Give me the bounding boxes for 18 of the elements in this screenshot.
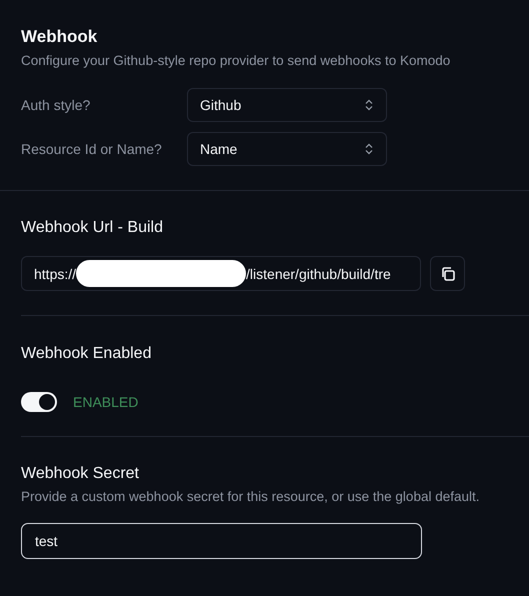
- select-dropdown[interactable]: Github: [187, 88, 387, 122]
- copy-button[interactable]: [430, 256, 465, 291]
- section-description: Configure your Github-style repo provider to send webhooks to Komodo: [21, 52, 452, 70]
- section-title: Webhook Secret: [21, 464, 140, 484]
- field-label: Auth style?: [21, 97, 92, 113]
- chevron-icon: [364, 99, 374, 111]
- secret-input[interactable]: test: [21, 523, 422, 559]
- section-title: Webhook Url - Build: [21, 218, 164, 238]
- select-dropdown[interactable]: Name: [187, 132, 387, 166]
- section-description: Provide a custom webhook secret for this resource, or use the global default.: [21, 488, 480, 506]
- url-field[interactable]: https:// /listener/github/build/tre: [21, 256, 421, 291]
- chevron-icon: [364, 143, 374, 155]
- status-label: ENABLED: [73, 394, 138, 410]
- copy-icon: [440, 266, 456, 282]
- section-title: Webhook Enabled: [21, 344, 152, 364]
- section-title: Webhook: [21, 26, 98, 48]
- toggle-switch[interactable]: [21, 392, 57, 412]
- field-label: Resource Id or Name?: [21, 141, 163, 157]
